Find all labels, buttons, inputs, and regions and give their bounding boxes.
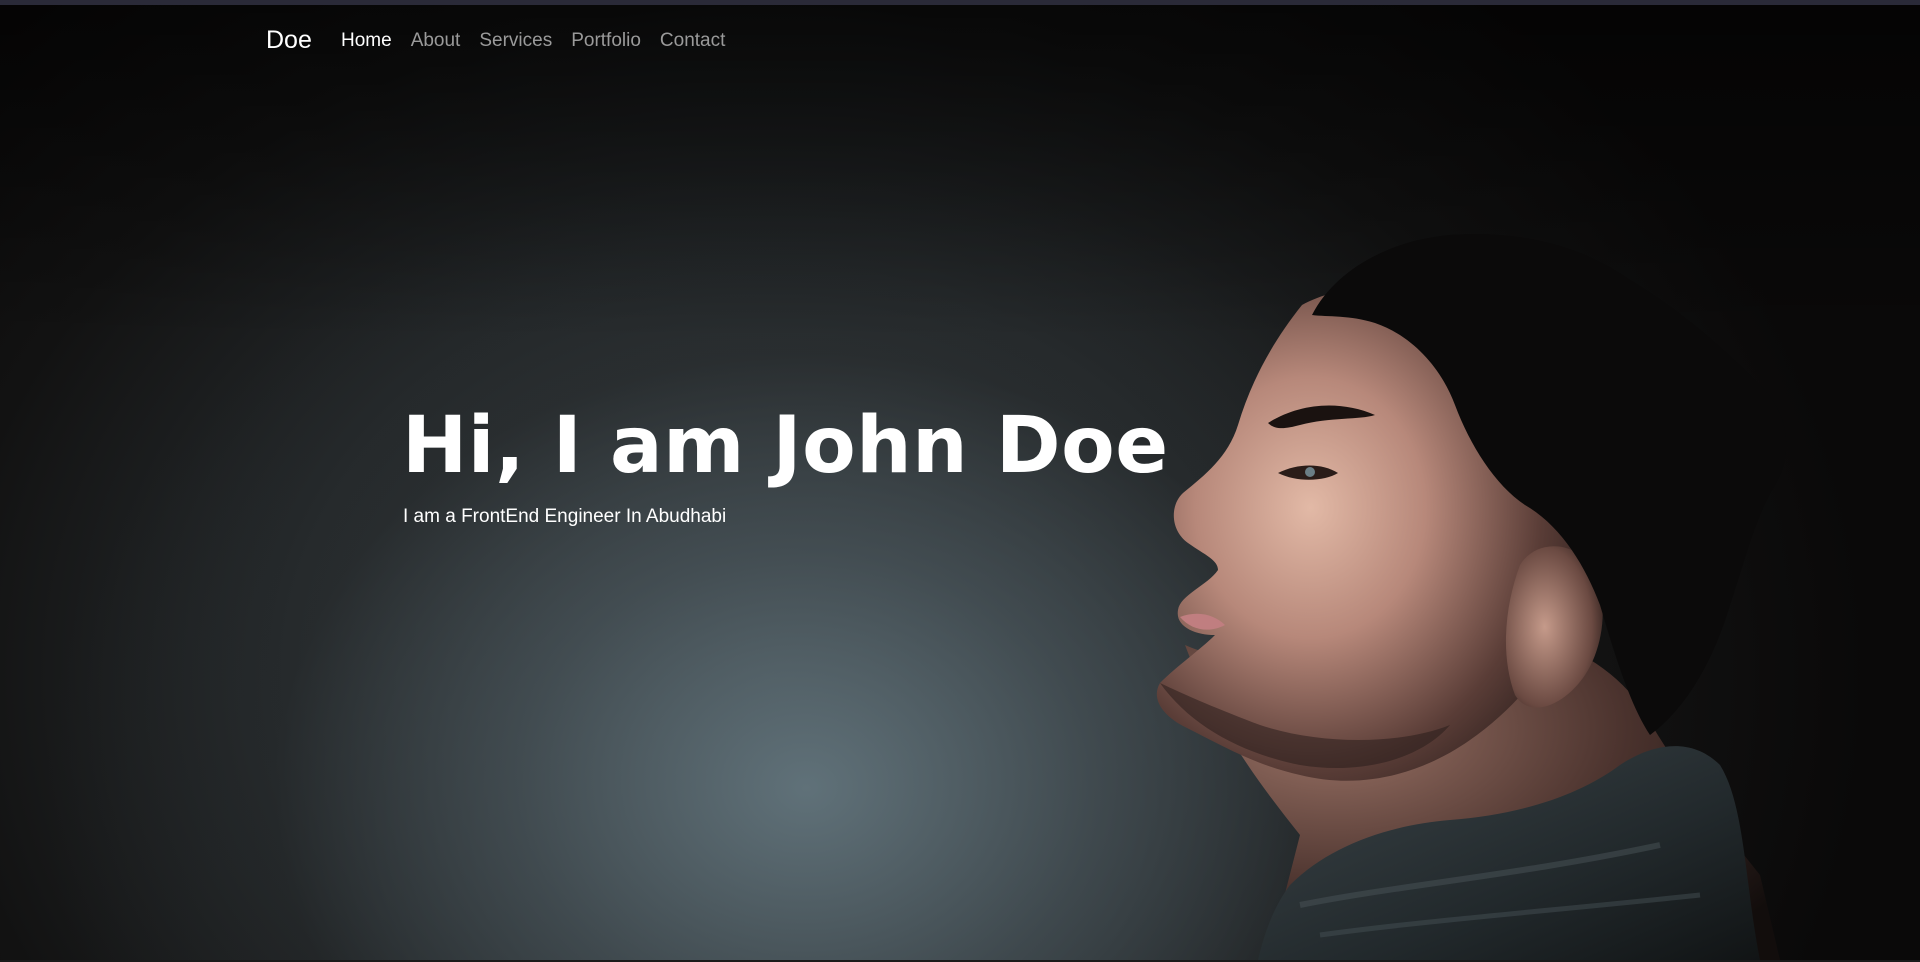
nav-item-portfolio: Portfolio (571, 30, 660, 52)
nav-link-services[interactable]: Services (479, 30, 552, 52)
nav-link-portfolio[interactable]: Portfolio (571, 30, 641, 52)
hero-intro: Hi, I am John Doe I am a FrontEnd Engine… (402, 401, 1169, 528)
hero-subtitle: I am a FrontEnd Engineer In Abudhabi (403, 505, 727, 527)
nav-link-home[interactable]: Home (341, 30, 392, 52)
nav-item-services: Services (479, 30, 571, 52)
nav-item-about: About (411, 30, 480, 52)
top-navigation: Doe Home About Services Portfolio Contac… (0, 5, 1920, 79)
nav-item-home: Home (341, 30, 411, 52)
hero-title: Hi, I am John Doe (402, 401, 1169, 491)
nav-item-contact: Contact (660, 30, 744, 52)
brand-logo-link[interactable]: Doe (266, 26, 312, 55)
nav-link-about[interactable]: About (411, 30, 461, 52)
nav-link-contact[interactable]: Contact (660, 30, 725, 52)
nav-menu: Home About Services Portfolio Contact (341, 30, 744, 52)
